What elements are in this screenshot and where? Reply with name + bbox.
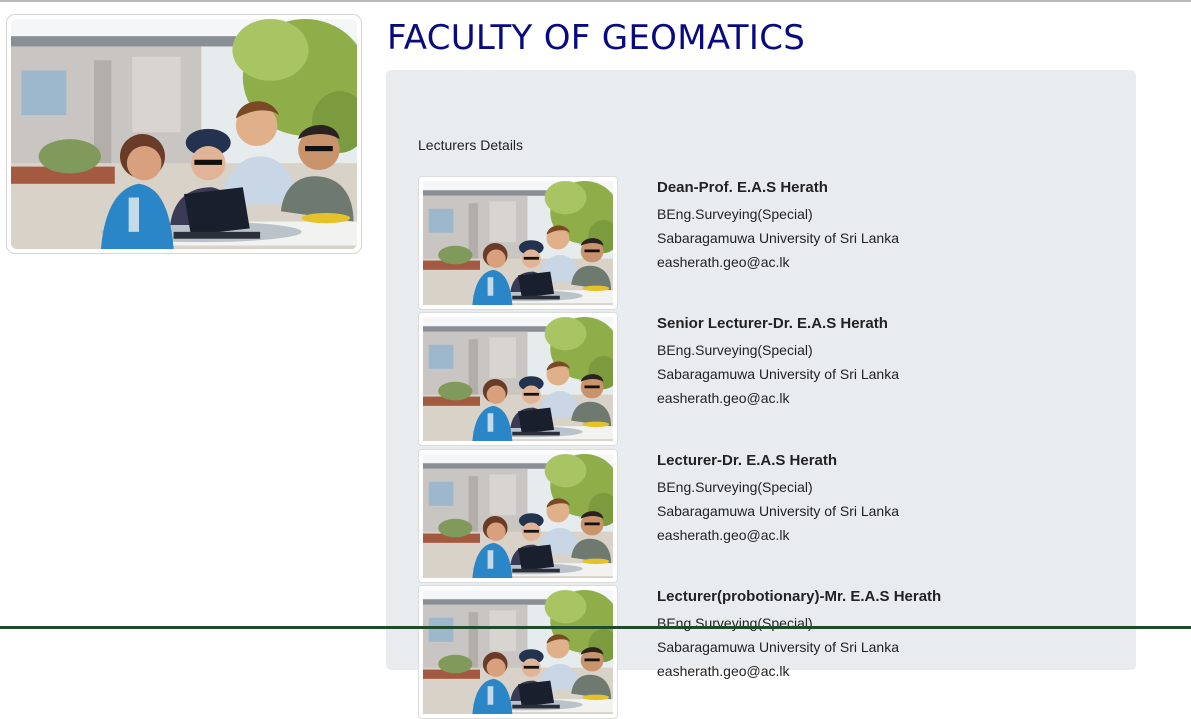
page-title: FACULTY OF GEOMATICS — [387, 18, 806, 58]
lecturer-photo — [418, 449, 618, 583]
lecturer-degree: BEng.Surveying(Special) — [657, 479, 813, 495]
lecturer-university: Sabaragamuwa University of Sri Lanka — [657, 639, 900, 655]
lecturer-email: easherath.geo@ac.lk — [657, 527, 790, 543]
lecturer-info: Lecturer-Dr. E.A.S Herath BEng.Surveying… — [657, 451, 899, 547]
section-caption: Lecturers Details — [418, 137, 524, 153]
lecturer-degree: BEng.Surveying(Special) — [657, 342, 813, 358]
lecturer-name: Lecturer-Dr. E.A.S Herath — [657, 452, 838, 469]
lecturer-degree: BEng.Surveying(Special) — [657, 615, 813, 631]
lecturer-university: Sabaragamuwa University of Sri Lanka — [657, 503, 900, 519]
lecturer-card: Senior Lecturer-Dr. E.A.S Herath BEng.Su… — [418, 312, 1098, 446]
lecturer-photo — [418, 312, 618, 446]
lecturer-name: Senior Lecturer-Dr. E.A.S Herath — [657, 315, 888, 332]
hero-image-card — [6, 14, 362, 254]
lecturer-name: Dean-Prof. E.A.S Herath — [657, 179, 828, 196]
lecturer-info: Senior Lecturer-Dr. E.A.S Herath BEng.Su… — [657, 314, 899, 410]
lecturer-email: easherath.geo@ac.lk — [657, 254, 790, 270]
lecturer-degree: BEng.Surveying(Special) — [657, 206, 813, 222]
lecturer-photo — [418, 176, 618, 310]
lecturer-photo — [418, 585, 618, 719]
lecturer-name: Lecturer(probotionary)-Mr. E.A.S Herath — [657, 588, 942, 605]
top-border — [0, 0, 1191, 2]
lecturer-info: Lecturer(probotionary)-Mr. E.A.S Herath … — [657, 587, 941, 683]
lecturer-card: Lecturer-Dr. E.A.S Herath BEng.Surveying… — [418, 449, 1098, 583]
lecturer-card: Dean-Prof. E.A.S Herath BEng.Surveying(S… — [418, 176, 1098, 310]
lecturer-email: easherath.geo@ac.lk — [657, 390, 790, 406]
lecturer-university: Sabaragamuwa University of Sri Lanka — [657, 366, 900, 382]
lecturer-card: Lecturer(probotionary)-Mr. E.A.S Herath … — [418, 585, 1098, 719]
lecturer-email: easherath.geo@ac.lk — [657, 663, 790, 679]
lecturer-university: Sabaragamuwa University of Sri Lanka — [657, 230, 900, 246]
hero-photo — [11, 19, 357, 249]
lecturers-panel: Lecturers Details Dean-Prof. E.A.S Herat… — [386, 70, 1136, 719]
lecturer-info: Dean-Prof. E.A.S Herath BEng.Surveying(S… — [657, 178, 899, 274]
